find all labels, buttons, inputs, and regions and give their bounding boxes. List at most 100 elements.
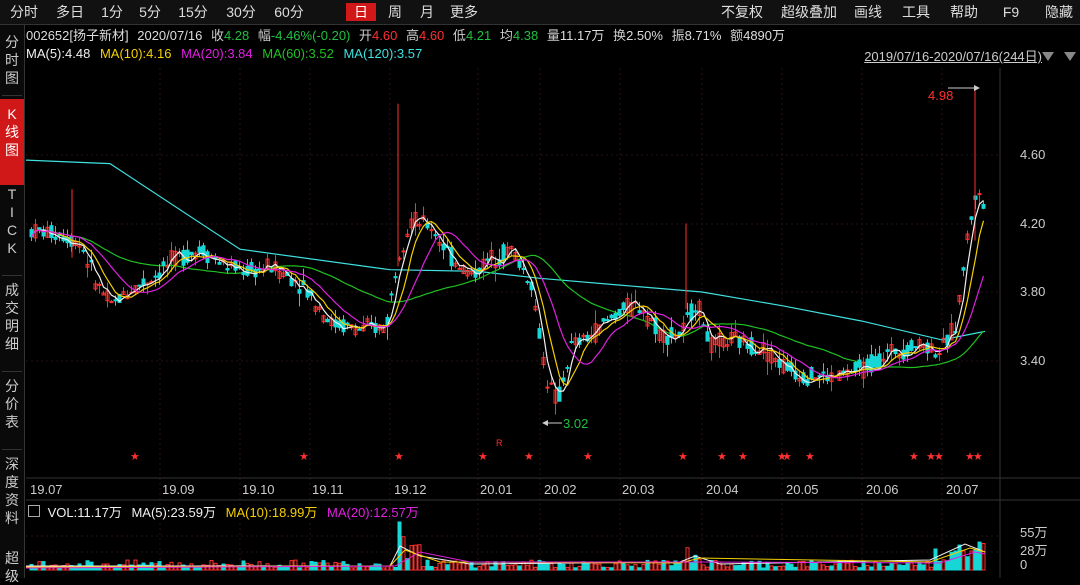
side-tab-depth[interactable]: 深度资料 xyxy=(0,455,24,527)
volume-tick: 55万 xyxy=(1020,525,1048,540)
svg-text:★: ★ xyxy=(782,451,792,463)
vol-ma20-legend: MA(20):12.57万 xyxy=(327,505,419,520)
svg-text:★: ★ xyxy=(934,451,944,463)
svg-text:★: ★ xyxy=(717,451,727,463)
price-tick: 4.20 xyxy=(1020,216,1046,231)
price-tick: 3.40 xyxy=(1020,353,1046,368)
low-annotation: 3.02 xyxy=(563,416,589,431)
volume-settings-icon[interactable] xyxy=(28,505,40,517)
low-value: 4.21 xyxy=(465,28,492,43)
svg-text:★: ★ xyxy=(130,451,140,463)
hide-button[interactable]: 隐藏 xyxy=(1040,3,1078,21)
svg-text:★: ★ xyxy=(583,451,593,463)
period-tab-monthly[interactable]: 月 xyxy=(412,3,442,21)
help-button[interactable]: 帮助 xyxy=(944,3,984,21)
ma60-legend: MA(60):3.52 xyxy=(262,46,334,61)
volume-tick: 0 xyxy=(1020,557,1028,572)
close-label: 收 xyxy=(210,28,224,43)
price-tick: 4.60 xyxy=(1020,147,1046,162)
stock-code-name: 002652[扬子新材] xyxy=(26,28,129,43)
side-tab-super[interactable]: 超级 xyxy=(0,549,24,585)
period-tab-weekly[interactable]: 周 xyxy=(380,3,410,21)
date-tick: 19.12 xyxy=(394,482,427,497)
left-sidebar: 分时图 K线图 TICK 成交明细 分价表 深度资料 超级 xyxy=(0,25,25,584)
date-tick: 19.07 xyxy=(30,482,63,497)
period-toolbar: 分时 多日 1分 5分 15分 30分 60分 日 周 月 更多 不复权 超级叠… xyxy=(0,0,1080,25)
ma20-legend: MA(20):3.84 xyxy=(181,46,253,61)
side-tab-price-table-label: 分价表 xyxy=(5,378,19,430)
period-tab-15min[interactable]: 15分 xyxy=(170,3,216,21)
stock-date: 2020/07/16 xyxy=(137,28,203,43)
super-overlay-button[interactable]: 超级叠加 xyxy=(774,3,844,21)
svg-text:★: ★ xyxy=(973,451,983,463)
svg-text:★: ★ xyxy=(909,451,919,463)
amplitude-label: 振 xyxy=(671,28,685,43)
date-tick: 20.06 xyxy=(866,482,899,497)
svg-text:★: ★ xyxy=(394,451,404,463)
side-tab-trades[interactable]: 成交明细 xyxy=(0,281,24,353)
side-tab-kline[interactable]: K线图 xyxy=(0,99,24,185)
side-tab-super-label: 超级 xyxy=(5,550,19,584)
date-tick: 19.11 xyxy=(312,482,344,497)
no-adjust-button[interactable]: 不复权 xyxy=(716,3,768,21)
period-tab-multiday[interactable]: 多日 xyxy=(48,3,92,21)
tools-button[interactable]: 工具 xyxy=(896,3,936,21)
ma10-legend: MA(10):4.16 xyxy=(99,46,172,61)
open-label: 开 xyxy=(359,28,373,43)
vol-legend: VOL:11.17万 xyxy=(47,505,122,520)
side-tab-price-table[interactable]: 分价表 xyxy=(0,377,24,431)
svg-text:★: ★ xyxy=(738,451,748,463)
close-value: 4.28 xyxy=(223,28,250,43)
vol-value: 11.17万 xyxy=(559,28,605,43)
period-tab-more[interactable]: 更多 xyxy=(444,3,484,21)
vol-ma5-legend: MA(5):23.59万 xyxy=(131,505,216,520)
svg-text:★: ★ xyxy=(299,451,309,463)
candlesticks xyxy=(29,89,986,415)
event-stars: ★ ★ ★ ★ ★ ★ ★ ★ ★ ★★ ★ ★ ★★ ★★ xyxy=(130,451,983,463)
side-tab-tick[interactable]: TICK xyxy=(0,185,24,257)
r-marker: R xyxy=(496,438,503,448)
side-tab-trades-label: 成交明细 xyxy=(5,282,19,352)
high-label: 高 xyxy=(405,28,419,43)
avg-label: 均 xyxy=(499,28,513,43)
date-tick: 20.07 xyxy=(946,482,979,497)
high-annotation: 4.98 xyxy=(928,88,954,103)
side-tab-kline-label: K线图 xyxy=(5,106,19,158)
amount-label: 额 xyxy=(730,28,744,43)
avg-value: 4.38 xyxy=(512,28,539,43)
range-dropdown-icon[interactable] xyxy=(1042,52,1054,61)
period-tab-fenshi[interactable]: 分时 xyxy=(2,3,46,21)
date-tick: 19.09 xyxy=(162,482,195,497)
date-tick: 20.02 xyxy=(544,482,577,497)
period-tab-5min[interactable]: 5分 xyxy=(132,3,168,21)
date-tick: 20.01 xyxy=(480,482,513,497)
ma120-legend: MA(120):3.57 xyxy=(343,46,423,61)
amplitude-value: 8.71% xyxy=(684,28,722,43)
change-value: -4.46%(-0.20) xyxy=(270,28,351,43)
side-tab-fenshi[interactable]: 分时图 xyxy=(0,33,24,87)
period-tab-60min[interactable]: 60分 xyxy=(266,3,312,21)
range-collapse-icon[interactable] xyxy=(1064,52,1076,61)
ma5-legend: MA(5):4.48 xyxy=(26,46,91,61)
price-tick: 3.80 xyxy=(1020,284,1046,299)
svg-text:★: ★ xyxy=(678,451,688,463)
vol-label: 量 xyxy=(546,28,560,43)
change-label: 幅 xyxy=(257,28,271,43)
date-tick: 20.05 xyxy=(786,482,819,497)
turnover-value: 2.50% xyxy=(626,28,663,43)
high-value: 4.60 xyxy=(418,28,445,43)
period-tab-30min[interactable]: 30分 xyxy=(218,3,264,21)
svg-text:★: ★ xyxy=(524,451,534,463)
open-value: 4.60 xyxy=(372,28,398,43)
svg-text:★: ★ xyxy=(805,451,815,463)
period-tab-daily[interactable]: 日 xyxy=(346,3,376,21)
side-tab-fenshi-label: 分时图 xyxy=(5,34,19,86)
date-range[interactable]: 2019/07/16-2020/07/16(244日) xyxy=(864,46,1042,65)
f9-button[interactable]: F9 xyxy=(996,3,1026,21)
svg-text:★: ★ xyxy=(478,451,488,463)
period-tab-1min[interactable]: 1分 xyxy=(94,3,130,21)
vol-ma10-legend: MA(10):18.99万 xyxy=(225,505,318,520)
draw-line-button[interactable]: 画线 xyxy=(848,3,888,21)
ma-lines xyxy=(31,199,985,393)
stock-info-row: 002652[扬子新材] 2020/07/16 收4.28 幅-4.46%(-0… xyxy=(26,25,1080,45)
